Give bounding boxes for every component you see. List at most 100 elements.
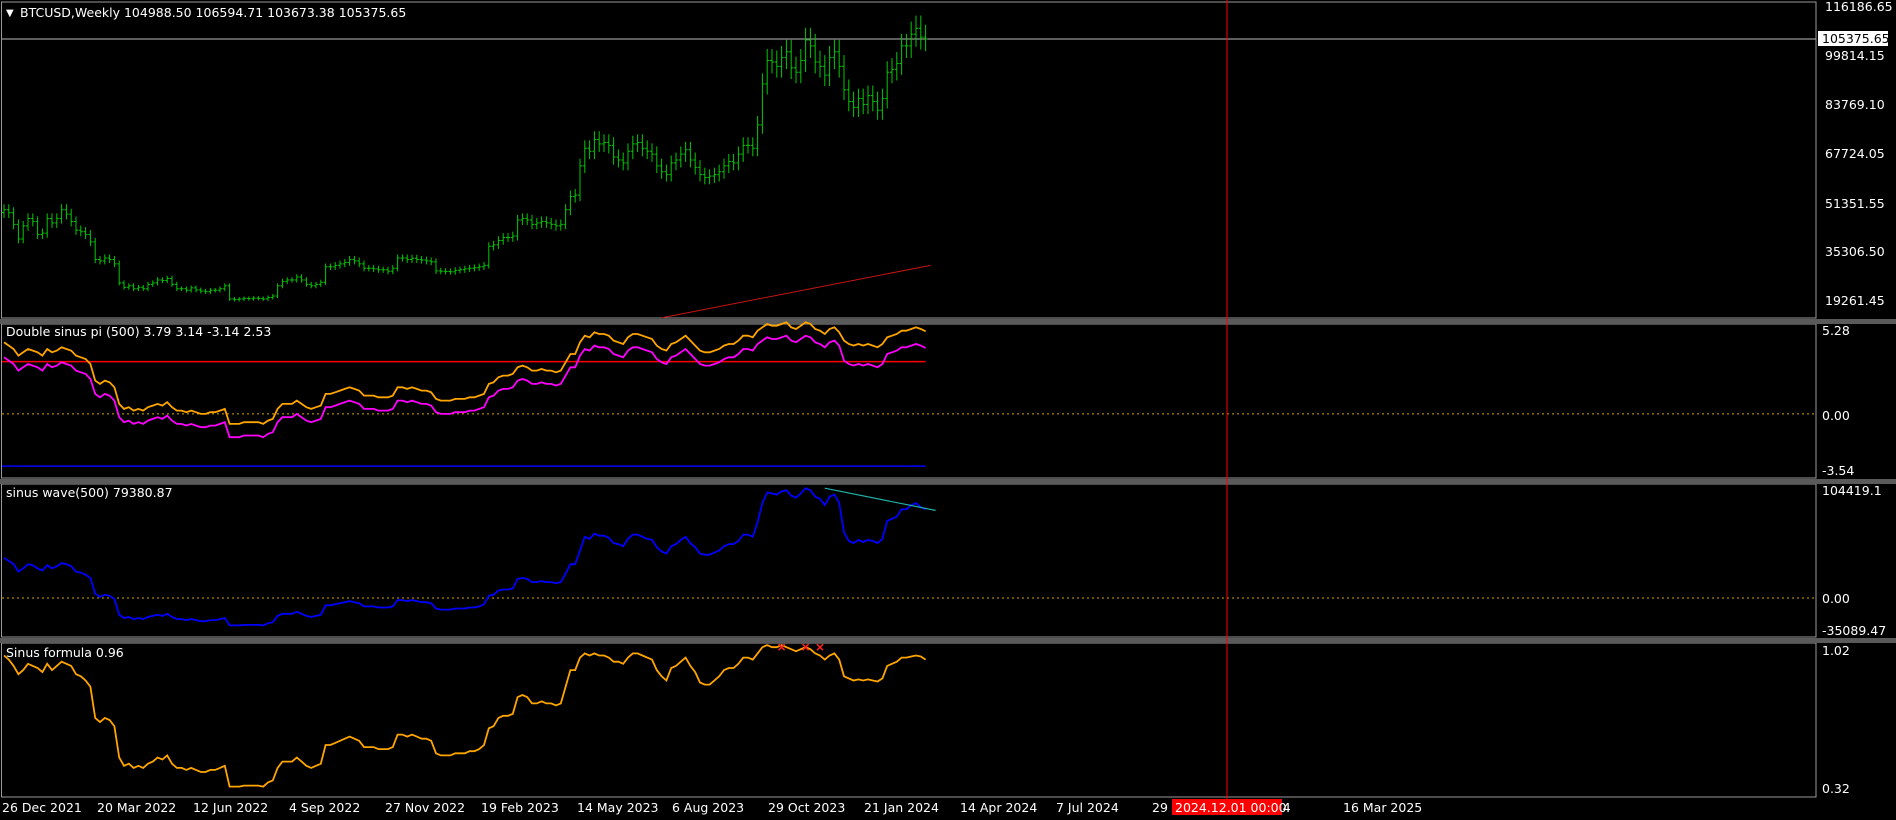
ohlc-bar <box>592 131 597 160</box>
ohlc-bar <box>338 260 342 269</box>
ohlc-bar <box>462 265 467 273</box>
ohlc-bar <box>294 274 299 283</box>
ohlc-bar <box>554 219 558 231</box>
time-label-8: 29 Oct 2023 <box>768 800 845 815</box>
ohlc-bar <box>323 263 328 285</box>
ohlc-bar <box>702 167 707 185</box>
ohlc-bar <box>525 213 530 226</box>
ohlc-bar <box>357 257 362 268</box>
trading-chart[interactable]: ▼ BTCUSD,Weekly 104988.50 106594.71 1036… <box>0 0 1896 820</box>
sinus-formula-pane[interactable] <box>3 643 927 788</box>
ohlc-bar <box>760 73 765 134</box>
ohlc-bar <box>141 284 146 292</box>
pane-separator <box>0 319 1896 324</box>
ohlc-bar <box>414 254 419 263</box>
time-label-9: 21 Jan 2024 <box>864 800 939 815</box>
ohlc-bar <box>774 50 779 78</box>
ohlc-bar <box>198 287 203 294</box>
ohlc-bar <box>486 242 491 269</box>
ohlc-bar <box>419 255 424 264</box>
ohlc-bar <box>880 88 885 120</box>
ohlc-bar <box>366 265 371 272</box>
ohlc-bar <box>150 280 155 287</box>
ohlc-bar <box>184 286 189 293</box>
ohlc-bar <box>126 283 131 290</box>
frame-formula <box>1 642 1817 798</box>
ohlc-bar <box>616 149 621 168</box>
ohlc-bar <box>218 286 222 293</box>
ohlc-bar <box>477 263 482 271</box>
ohlc-bar <box>918 15 923 50</box>
ohlc-bar <box>491 240 496 251</box>
ohlc-bar <box>405 254 410 263</box>
ohlc-bar <box>515 214 520 241</box>
ohlc-bar <box>822 55 827 87</box>
pane-separator <box>0 479 1896 484</box>
ohlc-bar <box>59 204 64 224</box>
ohlc-bar <box>371 265 376 272</box>
ohlc-bar <box>88 230 93 247</box>
collapse-triangle-icon[interactable]: ▼ <box>6 8 14 19</box>
ohlc-bar <box>78 225 83 237</box>
time-label-4: 27 Nov 2022 <box>385 800 465 815</box>
ohlc-bar <box>789 39 794 80</box>
ohlc-bar <box>818 50 822 78</box>
ohlc-bar <box>803 27 808 72</box>
ohlc-bar <box>410 254 414 263</box>
ohlc-bar <box>496 236 501 249</box>
double-tick-1: 0.00 <box>1822 408 1850 423</box>
ohlc-bar <box>280 278 285 289</box>
sinus-formula-series <box>3 644 927 788</box>
ohlc-bar <box>808 27 813 58</box>
time-label-3: 4 Sep 2022 <box>289 800 360 815</box>
ohlc-bar <box>837 39 842 78</box>
ohlc-bar <box>813 33 818 74</box>
ohlc-bar <box>736 146 741 171</box>
ohlc-bar <box>534 217 539 230</box>
symbol-header: BTCUSD,Weekly 104988.50 106594.71 103673… <box>20 5 406 20</box>
ohlc-bar <box>208 287 213 294</box>
ohlc-bar <box>472 264 477 272</box>
double-sinus-pane[interactable] <box>2 321 1816 467</box>
ohlc-bar <box>453 267 458 275</box>
ohlc-bar <box>136 284 141 292</box>
ohlc-bar <box>544 216 549 228</box>
ohlc-bar <box>232 297 237 302</box>
ohlc-bar <box>846 79 851 112</box>
ohlc-bar <box>635 134 640 153</box>
current-price-label: 105375.65 <box>1822 31 1890 46</box>
ohlc-bar <box>333 262 338 271</box>
ohlc-bar <box>794 56 798 84</box>
ohlc-bar <box>626 143 630 171</box>
ohlc-bar <box>602 134 606 153</box>
ohlc-bar <box>189 285 194 293</box>
ohlc-bar <box>654 146 659 174</box>
ohlc-bar <box>630 135 635 160</box>
ohlc-bar <box>640 134 645 157</box>
sinus-wave-pane[interactable] <box>2 487 1816 627</box>
ohlc-bar <box>678 146 683 168</box>
ohlc-bar <box>784 39 789 70</box>
ohlc-bar <box>155 277 160 286</box>
ohlc-bar <box>563 204 568 230</box>
ohlc-bar <box>83 227 88 240</box>
time-label-1: 20 Mar 2022 <box>97 800 176 815</box>
ohlc-bar <box>765 49 770 95</box>
ohlc-bar <box>510 231 515 242</box>
time-label-12: 29 <box>1152 800 1168 815</box>
ohlc-bar <box>362 260 366 272</box>
ohlc-bar <box>482 262 486 271</box>
ohlc-bar <box>318 279 323 287</box>
ohlc-bar <box>266 295 270 301</box>
ohlc-bar <box>122 280 126 290</box>
ohlc-bar <box>400 254 405 262</box>
price-pane[interactable] <box>2 15 1816 319</box>
price-tick-2: 83769.10 <box>1825 97 1885 112</box>
double-tick-0: 5.28 <box>1822 323 1850 338</box>
ohlc-bar <box>304 277 309 287</box>
ohlc-bar <box>174 281 179 292</box>
ohlc-bar <box>894 52 899 81</box>
sinus-tick-2: -35089.47 <box>1822 623 1886 638</box>
price-tick-5: 35306.50 <box>1825 244 1885 259</box>
ohlc-bar <box>222 283 227 292</box>
